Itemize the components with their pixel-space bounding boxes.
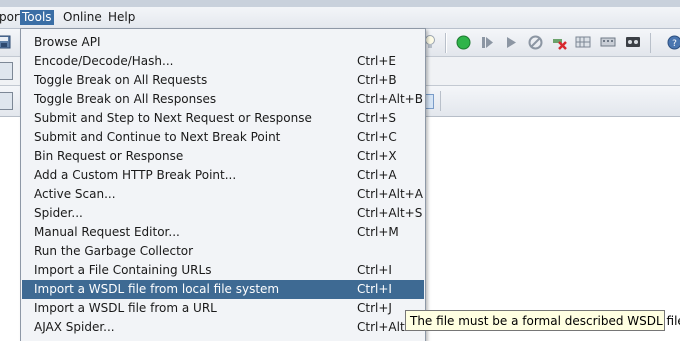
menu-item-label: Bin Request or Response [34,147,183,166]
menu-item-bin-request[interactable]: Bin Request or Response Ctrl+X [22,147,424,166]
toolbar-separator-2 [650,33,651,53]
menu-item-import-wsdl-url[interactable]: Import a WSDL file from a URL Ctrl+J [22,299,424,318]
menu-tools[interactable]: Tools [20,10,54,25]
tape-icon[interactable] [625,34,641,50]
menu-item-submit-and-continue[interactable]: Submit and Continue to Next Break Point … [22,128,424,147]
menu-item-toggle-break-responses[interactable]: Toggle Break on All Responses Ctrl+Alt+B [22,90,424,109]
menu-item-label: Import a WSDL file from local file syste… [34,280,279,299]
menu-item-label: AJAX Spider... [34,318,115,337]
tools-menu: Browse API Encode/Decode/Hash... Ctrl+E … [20,28,426,341]
menu-item-browse-api[interactable]: Browse API [22,33,424,52]
menu-item-run-garbage-collector[interactable]: Run the Garbage Collector [22,242,424,261]
menu-item-label: Active Scan... [34,185,116,204]
menu-item-label: Browse API [34,33,101,52]
menu-item-label: Run the Garbage Collector [34,242,193,261]
menu-item-shortcut: Ctrl+Alt+B [357,90,423,109]
save-icon[interactable] [0,34,12,50]
menu-item-ajax-spider[interactable]: AJAX Spider... Ctrl+Alt+X [22,318,424,337]
toolbar-separator-highlight [446,33,447,53]
menu-item-shortcut: Ctrl+X [357,147,397,166]
menu-item-toggle-break-requests[interactable]: Toggle Break on All Requests Ctrl+B [22,71,424,90]
menu-help[interactable]: Help [106,10,137,25]
panel-tab-edge[interactable] [0,62,13,80]
menu-item-label: Submit and Continue to Next Break Point [34,128,280,147]
menu-item-label: Import a WSDL file from a URL [34,299,217,318]
play-icon[interactable] [503,34,519,50]
menu-item-submit-and-step[interactable]: Submit and Step to Next Request or Respo… [22,109,424,128]
menu-item-label: Submit and Step to Next Request or Respo… [34,109,312,128]
help-icon[interactable]: ? [666,34,680,50]
panel-tab-edge-2[interactable] [0,92,13,110]
tooltip: The file must be a formal described WSDL… [405,310,665,331]
menu-item-encode-decode-hash[interactable]: Encode/Decode/Hash... Ctrl+E [22,52,424,71]
toolbar-separator-3 [440,91,441,111]
menu-item-label: Manual Request Editor... [34,223,180,242]
stop-circle-icon[interactable] [527,34,543,50]
menu-item-shortcut: Ctrl+A [357,166,397,185]
step-icon[interactable] [479,34,495,50]
menu-online[interactable]: Online [61,10,104,25]
menu-item-shortcut: Ctrl+B [357,71,397,90]
menu-item-add-custom-break-point[interactable]: Add a Custom HTTP Break Point... Ctrl+A [22,166,424,185]
menu-item-shortcut: Ctrl+C [357,128,397,147]
menu-bar: port Tools Online Help [0,7,680,29]
menu-item-shortcut: Ctrl+M [357,223,399,242]
menu-item-label: Toggle Break on All Responses [34,90,216,109]
grid-icon[interactable] [575,34,591,50]
window-title-strip [0,0,680,7]
menu-item-spider[interactable]: Spider... Ctrl+Alt+S [22,204,424,223]
menu-item-active-scan[interactable]: Active Scan... Ctrl+Alt+A [22,185,424,204]
menu-item-manual-request-editor[interactable]: Manual Request Editor... Ctrl+M [22,223,424,242]
menu-item-shortcut: Ctrl+J [357,299,392,318]
menu-item-label: Import a File Containing URLs [34,261,211,280]
menu-item-label: Encode/Decode/Hash... [34,52,173,71]
menu-item-shortcut: Ctrl+Alt+A [357,185,423,204]
crossed-tool-icon[interactable] [551,34,567,50]
start-green-icon[interactable] [455,34,471,50]
menu-item-shortcut: Ctrl+I [357,280,392,299]
menu-item-label: Toggle Break on All Requests [34,71,207,90]
menu-item-label: Spider... [34,204,83,223]
menu-item-shortcut: Ctrl+E [357,52,396,71]
menu-item-label: Add a Custom HTTP Break Point... [34,166,236,185]
menu-item-import-urls-file[interactable]: Import a File Containing URLs Ctrl+I [22,261,424,280]
menu-item-shortcut: Ctrl+S [357,109,396,128]
svg-text:?: ? [672,39,677,49]
menu-item-shortcut: Ctrl+I [357,261,392,280]
keyboard-icon[interactable] [600,34,616,50]
menu-item-import-wsdl-local[interactable]: Import a WSDL file from local file syste… [22,280,424,299]
menu-item-shortcut: Ctrl+Alt+S [357,204,422,223]
